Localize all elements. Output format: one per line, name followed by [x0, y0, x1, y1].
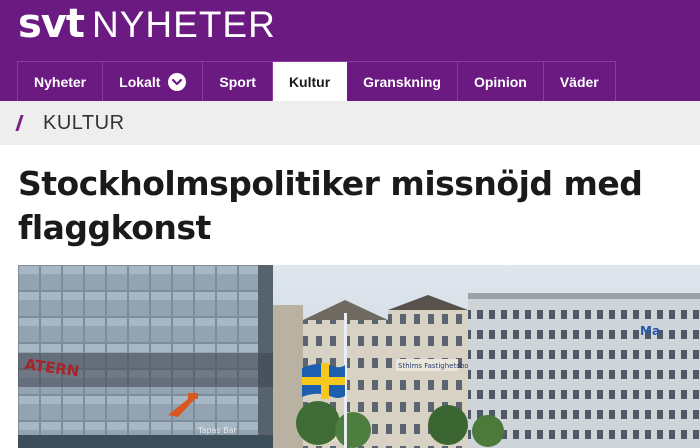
nav-item-label: Sport	[219, 74, 256, 90]
hero-sign-ma: Ma	[640, 324, 660, 338]
article-headline: Stockholmspolitiker missnöjd med flaggko…	[18, 164, 643, 247]
breadcrumb-section-link[interactable]: KULTUR	[43, 112, 125, 135]
nav-item-lokalt[interactable]: Lokalt	[103, 62, 204, 102]
main-nav: Nyheter Lokalt Sport Kultur Granskning O…	[17, 61, 616, 102]
hero-sign-tapas: Tapas Bar	[197, 426, 238, 435]
nav-item-label: Nyheter	[34, 74, 87, 90]
site-header: svt NYHETER Nyheter Lokalt Sport Kultur …	[0, 0, 700, 102]
hero-image-illustration: ATERN Tapas Bar Sthlms Fastighetsbolaget…	[18, 265, 700, 448]
nav-item-label: Opinion	[473, 74, 527, 90]
article-hero-image[interactable]: ATERN Tapas Bar Sthlms Fastighetsbolaget…	[18, 265, 700, 448]
nav-item-sport[interactable]: Sport	[203, 62, 273, 102]
nav-item-label: Väder	[559, 74, 599, 90]
svt-logo[interactable]: svt NYHETER	[18, 2, 276, 46]
logo-svt-text: svt	[18, 1, 85, 47]
breadcrumb: KULTUR	[0, 101, 700, 145]
nav-item-label: Granskning	[363, 74, 441, 90]
nav-item-vader[interactable]: Väder	[544, 62, 616, 102]
nav-item-opinion[interactable]: Opinion	[458, 62, 544, 102]
nav-item-nyheter[interactable]: Nyheter	[17, 62, 104, 102]
nav-item-label: Kultur	[288, 74, 331, 90]
nav-item-label: Lokalt	[119, 74, 161, 90]
nav-item-granskning[interactable]: Granskning	[347, 62, 458, 102]
nav-item-kultur[interactable]: Kultur	[272, 62, 348, 102]
slash-icon	[15, 115, 24, 131]
chevron-down-icon[interactable]	[168, 73, 187, 91]
section-title: NYHETER	[92, 4, 276, 45]
